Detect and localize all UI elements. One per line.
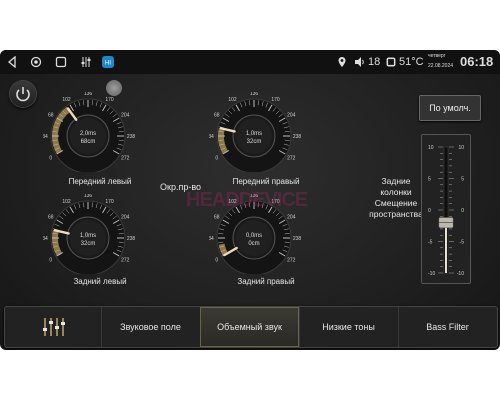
- slider-tick-label-left: 10: [428, 145, 434, 151]
- knob-label-front-right: Передний правый: [232, 177, 300, 186]
- knob-tick-label: 0: [215, 156, 218, 162]
- knob-tick-label: 68: [48, 113, 54, 119]
- knob-tick-label: 272: [121, 156, 130, 162]
- knob-label-front-left: Передний левый: [68, 177, 132, 186]
- slider-tick-label-left: -5: [428, 240, 433, 246]
- tab-bar: Звуковое поле Объемный звук Низкие тоны …: [4, 306, 498, 348]
- volume-level: 18: [368, 56, 381, 68]
- knob-distance-value: 32cm: [247, 139, 262, 145]
- knob-tick-label: 238: [293, 134, 302, 140]
- power-button[interactable]: [10, 81, 36, 107]
- knob-tick-label: 272: [121, 258, 130, 264]
- knob-front-left[interactable]: 0 34 68 102 136 170 204 238 272 2,0ms 68cm: [43, 92, 153, 172]
- knob-tick-label: 170: [271, 97, 280, 103]
- slider-tick-label-left: -10: [428, 271, 435, 277]
- recent-apps-icon[interactable]: [55, 56, 67, 68]
- knob-tick-label: 238: [127, 236, 136, 242]
- knob-dial: 0 34 68 102 136 170 204 238 272 1,0ms 32cm: [43, 194, 136, 274]
- tab-sound-field[interactable]: Звуковое поле: [101, 307, 201, 347]
- svg-text:HI: HI: [105, 61, 111, 67]
- slider-fill: [445, 222, 447, 273]
- knob-tick-label: 68: [214, 113, 220, 119]
- tab-bass-filter[interactable]: Bass Filter: [398, 307, 497, 347]
- knob-tick-label: 68: [214, 215, 220, 221]
- knob-distance-value: 0cm: [248, 241, 259, 247]
- knob-tick-label: 204: [121, 215, 130, 221]
- knob-tick-label: 34: [43, 236, 48, 242]
- knob-dial: 0 34 68 102 136 170 204 238 272 1,0ms 32cm: [209, 92, 302, 172]
- knob-distance-value: 68cm: [81, 139, 96, 145]
- knob-tick-label: 272: [287, 258, 296, 264]
- knob-tick-label: 102: [62, 199, 71, 205]
- slider-tick-label-right: 10: [458, 145, 464, 151]
- knob-tick-label: 0: [49, 258, 52, 264]
- knob-tick-label: 136: [84, 92, 93, 97]
- rear-shift-slider[interactable]: 10 10 5 5 0 0 -5 -5 -10 -10: [421, 134, 471, 284]
- knob-delay-value: 1,0ms: [80, 233, 96, 239]
- knob-tick-label: 102: [228, 97, 237, 103]
- watermark-logo: HEADDEVICE: [186, 189, 308, 211]
- slider-tick-label-right: 5: [461, 177, 464, 183]
- audio-settings-icon[interactable]: [80, 56, 92, 68]
- knob-tick-label: 0: [215, 258, 218, 264]
- power-icon: [16, 87, 30, 102]
- knob-tick-label: 136: [84, 194, 93, 199]
- cpu-temperature-icon: [386, 57, 396, 67]
- knob-delay-value: 0,0ms: [246, 233, 262, 239]
- clock: 06:18: [460, 54, 494, 69]
- knob-tick-label: 204: [121, 113, 130, 119]
- slider-tick-label-right: 0: [461, 208, 464, 214]
- status-bar: HI 18 51°C четверг 22.08.2024 06:18: [0, 50, 500, 74]
- knob-tick-label: 136: [250, 92, 259, 97]
- surround-environment-label: Окр.пр-во: [160, 182, 202, 192]
- slider-tick-label-left: 0: [428, 208, 431, 214]
- knob-tick-label: 204: [287, 215, 296, 221]
- knob-tick-label: 272: [287, 156, 296, 162]
- tab-equalizer[interactable]: [5, 307, 102, 347]
- knob-tick-label: 102: [62, 97, 71, 103]
- knob-distance-value: 32cm: [81, 241, 96, 247]
- knob-value-arc: [218, 243, 229, 256]
- slider-scale: 10 10 5 5 0 0 -5 -5 -10 -10: [428, 145, 465, 277]
- home-icon[interactable]: [30, 56, 42, 68]
- knob-label-rear-right: Задний правый: [237, 277, 295, 286]
- slider-tick-label-left: 5: [428, 177, 431, 183]
- slider-tick-label-right: -5: [460, 240, 465, 246]
- knob-tick-label: 34: [209, 236, 214, 242]
- date: 22.08.2024: [428, 63, 454, 69]
- knob-tick-label: 34: [43, 134, 48, 140]
- knob-delay-value: 2,0ms: [80, 131, 96, 137]
- cpu-temperature: 51°C: [399, 56, 424, 68]
- knob-label-rear-left: Задний левый: [73, 277, 127, 286]
- knob-front-right[interactable]: 0 34 68 102 136 170 204 238 272 1,0ms 32cm: [209, 92, 319, 172]
- tab-surround-sound[interactable]: Объемный звук: [200, 307, 300, 347]
- knob-rear-left[interactable]: 0 34 68 102 136 170 204 238 272 1,0ms 32cm: [43, 194, 153, 274]
- knob-tick-label: 68: [48, 215, 54, 221]
- equalizer-icon: [43, 318, 65, 336]
- knob-tick-label: 170: [105, 199, 114, 205]
- knob-dial: 0 34 68 102 136 170 204 238 272 2,0ms 68cm: [43, 92, 136, 172]
- knob-delay-value: 1,0ms: [246, 131, 262, 137]
- knob-tick-label: 238: [293, 236, 302, 242]
- knob-tick-label: 204: [287, 113, 296, 119]
- head-unit-screen: HI 18 51°C четверг 22.08.2024 06:18 0 34 6…: [0, 50, 500, 350]
- knob-tick-label: 34: [209, 134, 214, 140]
- app-badge-icon[interactable]: HI: [102, 56, 114, 68]
- knob-tick-label: 170: [105, 97, 114, 103]
- volume-icon: [355, 57, 364, 67]
- location-icon: [338, 57, 346, 67]
- knob-tick-label: 0: [49, 156, 52, 162]
- slider-tick-label-right: -10: [457, 271, 464, 277]
- tab-bass[interactable]: Низкие тоны: [299, 307, 399, 347]
- knob-tick-label: 238: [127, 134, 136, 140]
- default-button[interactable]: По умолч.: [419, 95, 481, 121]
- back-icon[interactable]: [6, 56, 18, 68]
